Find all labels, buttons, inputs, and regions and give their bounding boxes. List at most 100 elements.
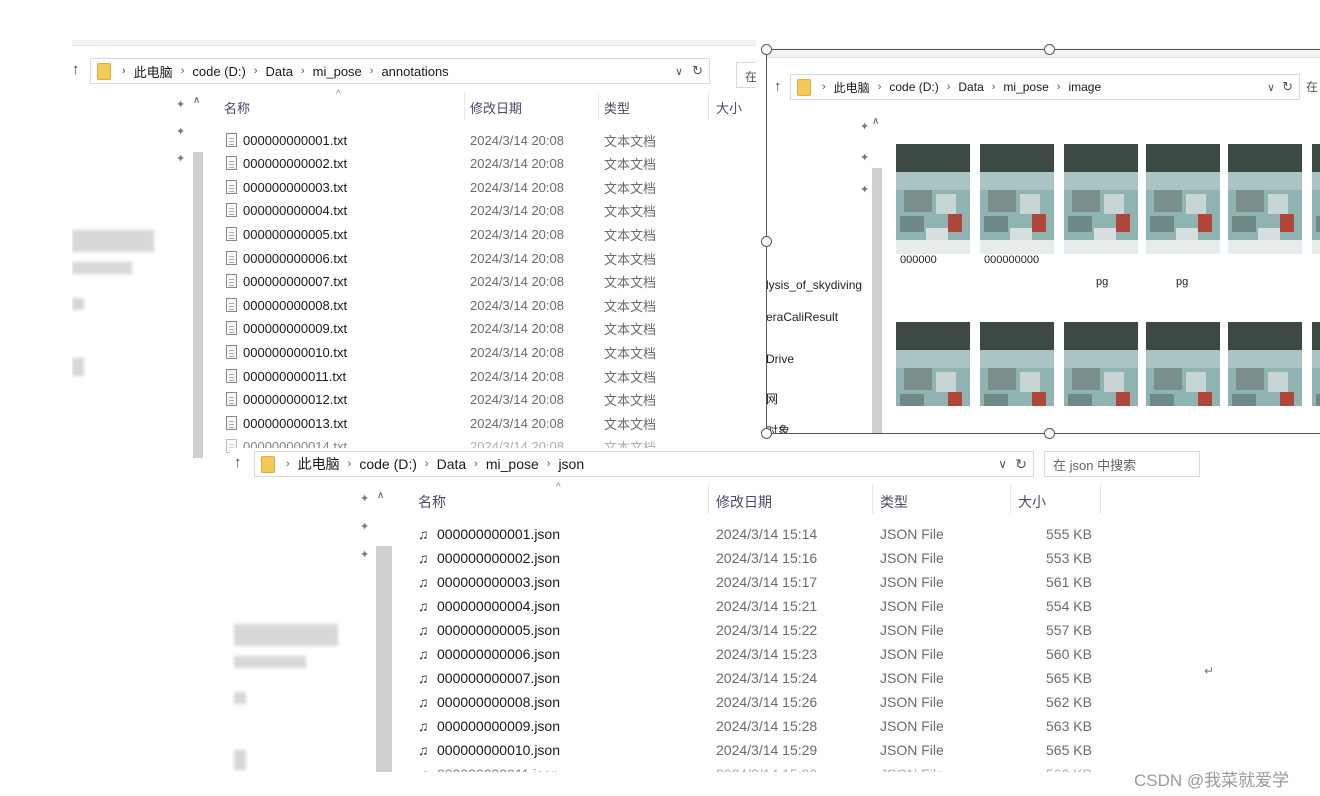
breadcrumb-drive[interactable]: code (D:) <box>886 80 941 94</box>
file-row[interactable]: ♫ 000000000006.json 2024/3/14 15:23 JSON Fi… <box>418 642 1118 666</box>
breadcrumb-this-pc[interactable]: 此电脑 <box>831 79 873 96</box>
file-row[interactable]: 000000000010.txt 2024/3/14 20:08 文本文档 <box>222 340 742 364</box>
file-row[interactable]: 000000000004.txt 2024/3/14 20:08 文本文档 <box>222 199 742 223</box>
chevron-down-icon[interactable]: ∨ <box>998 457 1007 471</box>
image-thumbnail[interactable] <box>1228 322 1302 406</box>
up-arrow-icon[interactable]: ↑ <box>234 454 242 471</box>
resize-handle[interactable] <box>1044 428 1055 439</box>
up-arrow-icon[interactable]: ↑ <box>774 78 782 95</box>
file-row[interactable]: ♫ 000000000002.json 2024/3/14 15:16 JSON Fi… <box>418 546 1118 570</box>
breadcrumb-data[interactable]: Data <box>263 64 296 79</box>
column-header-date[interactable]: 修改日期 <box>470 98 522 117</box>
file-row[interactable]: ♫ 000000000009.json 2024/3/14 15:28 JSON Fi… <box>418 714 1118 738</box>
search-input[interactable]: 在 json 中搜索 <box>1044 451 1200 477</box>
column-header-size[interactable]: 大小 <box>716 98 742 117</box>
thumbnail-pixel-block <box>980 240 1054 254</box>
file-row[interactable]: 000000000007.txt 2024/3/14 20:08 文本文档 <box>222 270 742 294</box>
column-header-name[interactable]: 名称 <box>418 492 446 512</box>
nav-item[interactable]: 网 <box>766 390 778 407</box>
image-thumbnail[interactable] <box>896 144 970 254</box>
file-row[interactable]: ♫ 000000000011.json 2024/3/14 15:30 JSON Fi… <box>418 762 1118 772</box>
json-file-icon: ♫ <box>418 670 429 686</box>
thumbnail-pixel-block <box>1228 144 1302 172</box>
breadcrumb-mi-pose[interactable]: mi_pose <box>483 456 542 472</box>
pin-icon: ✦ <box>176 153 186 165</box>
thumbnail-pixel-block <box>1316 394 1320 406</box>
up-arrow-icon[interactable]: ↑ <box>72 61 80 78</box>
image-thumbnail[interactable] <box>980 322 1054 406</box>
breadcrumb-data[interactable]: Data <box>955 80 986 94</box>
breadcrumb-data[interactable]: Data <box>434 456 470 472</box>
refresh-icon[interactable]: ↻ <box>692 63 703 79</box>
nav-item[interactable]: eraCaliResult <box>766 310 838 324</box>
image-thumbnail[interactable] <box>1146 322 1220 406</box>
breadcrumb-mi-pose[interactable]: mi_pose <box>310 64 365 79</box>
column-divider <box>464 92 465 120</box>
image-thumbnail[interactable] <box>1312 144 1320 254</box>
thumbnail-pixel-block <box>1146 144 1220 172</box>
refresh-icon[interactable]: ↻ <box>1282 79 1293 95</box>
image-thumbnail[interactable] <box>1064 322 1138 406</box>
resize-handle[interactable] <box>1044 44 1055 55</box>
address-bar[interactable]: › 此电脑 › code (D:) › Data › mi_pose › jso… <box>254 451 1034 477</box>
file-row[interactable]: 000000000006.txt 2024/3/14 20:08 文本文档 <box>222 246 742 270</box>
scroll-up-icon[interactable]: ∧ <box>872 116 879 127</box>
column-header-size[interactable]: 大小 <box>1018 492 1046 512</box>
breadcrumb-drive[interactable]: code (D:) <box>356 456 420 472</box>
image-thumbnail[interactable] <box>1064 144 1138 254</box>
breadcrumb-json[interactable]: json <box>555 456 587 472</box>
nav-pane-scrollbar[interactable] <box>376 546 392 772</box>
scroll-up-icon[interactable]: ∧ <box>377 490 384 501</box>
breadcrumb-image[interactable]: image <box>1065 80 1104 94</box>
chevron-down-icon[interactable]: ∨ <box>1267 81 1275 94</box>
resize-handle[interactable] <box>761 236 772 247</box>
file-row[interactable]: 000000000013.txt 2024/3/14 20:08 文本文档 <box>222 411 742 435</box>
file-row[interactable]: 000000000012.txt 2024/3/14 20:08 文本文档 <box>222 388 742 412</box>
file-row[interactable]: ♫ 000000000005.json 2024/3/14 15:22 JSON Fi… <box>418 618 1118 642</box>
file-row[interactable]: 000000000011.txt 2024/3/14 20:08 文本文档 <box>222 364 742 388</box>
nav-item[interactable]: Drive <box>766 352 794 366</box>
json-file-icon: ♫ <box>418 622 429 638</box>
file-row[interactable]: 000000000009.txt 2024/3/14 20:08 文本文档 <box>222 317 742 341</box>
column-header-type[interactable]: 类型 <box>880 492 908 512</box>
file-size: 565 KB <box>1046 742 1092 758</box>
file-row[interactable]: ♫ 000000000004.json 2024/3/14 15:21 JSON Fi… <box>418 594 1118 618</box>
image-thumbnail[interactable] <box>896 322 970 406</box>
resize-handle[interactable] <box>761 428 772 439</box>
scroll-up-icon[interactable]: ∧ <box>193 95 200 106</box>
nav-pane-scrollbar[interactable] <box>872 168 882 434</box>
file-row[interactable]: ♫ 000000000007.json 2024/3/14 15:24 JSON Fi… <box>418 666 1118 690</box>
resize-handle[interactable] <box>761 44 772 55</box>
file-row[interactable]: ♫ 000000000008.json 2024/3/14 15:26 JSON Fi… <box>418 690 1118 714</box>
column-header-type[interactable]: 类型 <box>604 98 630 117</box>
search-box-fragment[interactable]: 在 <box>1306 78 1318 95</box>
file-row[interactable]: ♫ 000000000001.json 2024/3/14 15:14 JSON Fi… <box>418 522 1118 546</box>
nav-item[interactable]: lysis_of_skydiving <box>766 278 862 292</box>
column-header-date[interactable]: 修改日期 <box>716 492 772 512</box>
breadcrumb-mi-pose[interactable]: mi_pose <box>1000 80 1051 94</box>
image-thumbnail[interactable] <box>1228 144 1302 254</box>
image-thumbnail[interactable] <box>1312 322 1320 406</box>
breadcrumb-this-pc[interactable]: 此电脑 <box>295 454 343 474</box>
file-row[interactable]: 000000000001.txt 2024/3/14 20:08 文本文档 <box>222 128 742 152</box>
column-header-name[interactable]: 名称 <box>224 98 250 117</box>
breadcrumb-annotations[interactable]: annotations <box>378 64 451 79</box>
breadcrumb-this-pc[interactable]: 此电脑 <box>131 62 176 81</box>
file-row[interactable]: ♫ 000000000010.json 2024/3/14 15:29 JSON Fi… <box>418 738 1118 762</box>
file-row[interactable]: 000000000008.txt 2024/3/14 20:08 文本文档 <box>222 293 742 317</box>
thumbnail-pixel-block <box>900 216 924 232</box>
address-bar[interactable]: › 此电脑 › code (D:) › Data › mi_pose › ima… <box>790 74 1300 100</box>
file-row[interactable]: ♫ 000000000003.json 2024/3/14 15:17 JSON Fi… <box>418 570 1118 594</box>
file-row[interactable]: 000000000005.txt 2024/3/14 20:08 文本文档 <box>222 222 742 246</box>
address-bar[interactable]: › 此电脑 › code (D:) › Data › mi_pose › ann… <box>90 58 710 84</box>
breadcrumb-drive[interactable]: code (D:) <box>189 64 248 79</box>
file-row[interactable]: 000000000003.txt 2024/3/14 20:08 文本文档 <box>222 175 742 199</box>
image-thumbnail[interactable] <box>980 144 1054 254</box>
refresh-icon[interactable]: ↻ <box>1015 456 1027 473</box>
image-thumbnail[interactable] <box>1146 144 1220 254</box>
nav-pane-scrollbar[interactable] <box>193 152 203 458</box>
column-divider <box>708 92 709 120</box>
file-row[interactable]: 000000000002.txt 2024/3/14 20:08 文本文档 <box>222 152 742 176</box>
search-box-fragment[interactable]: 在 <box>736 62 756 88</box>
chevron-down-icon[interactable]: ∨ <box>675 65 683 78</box>
